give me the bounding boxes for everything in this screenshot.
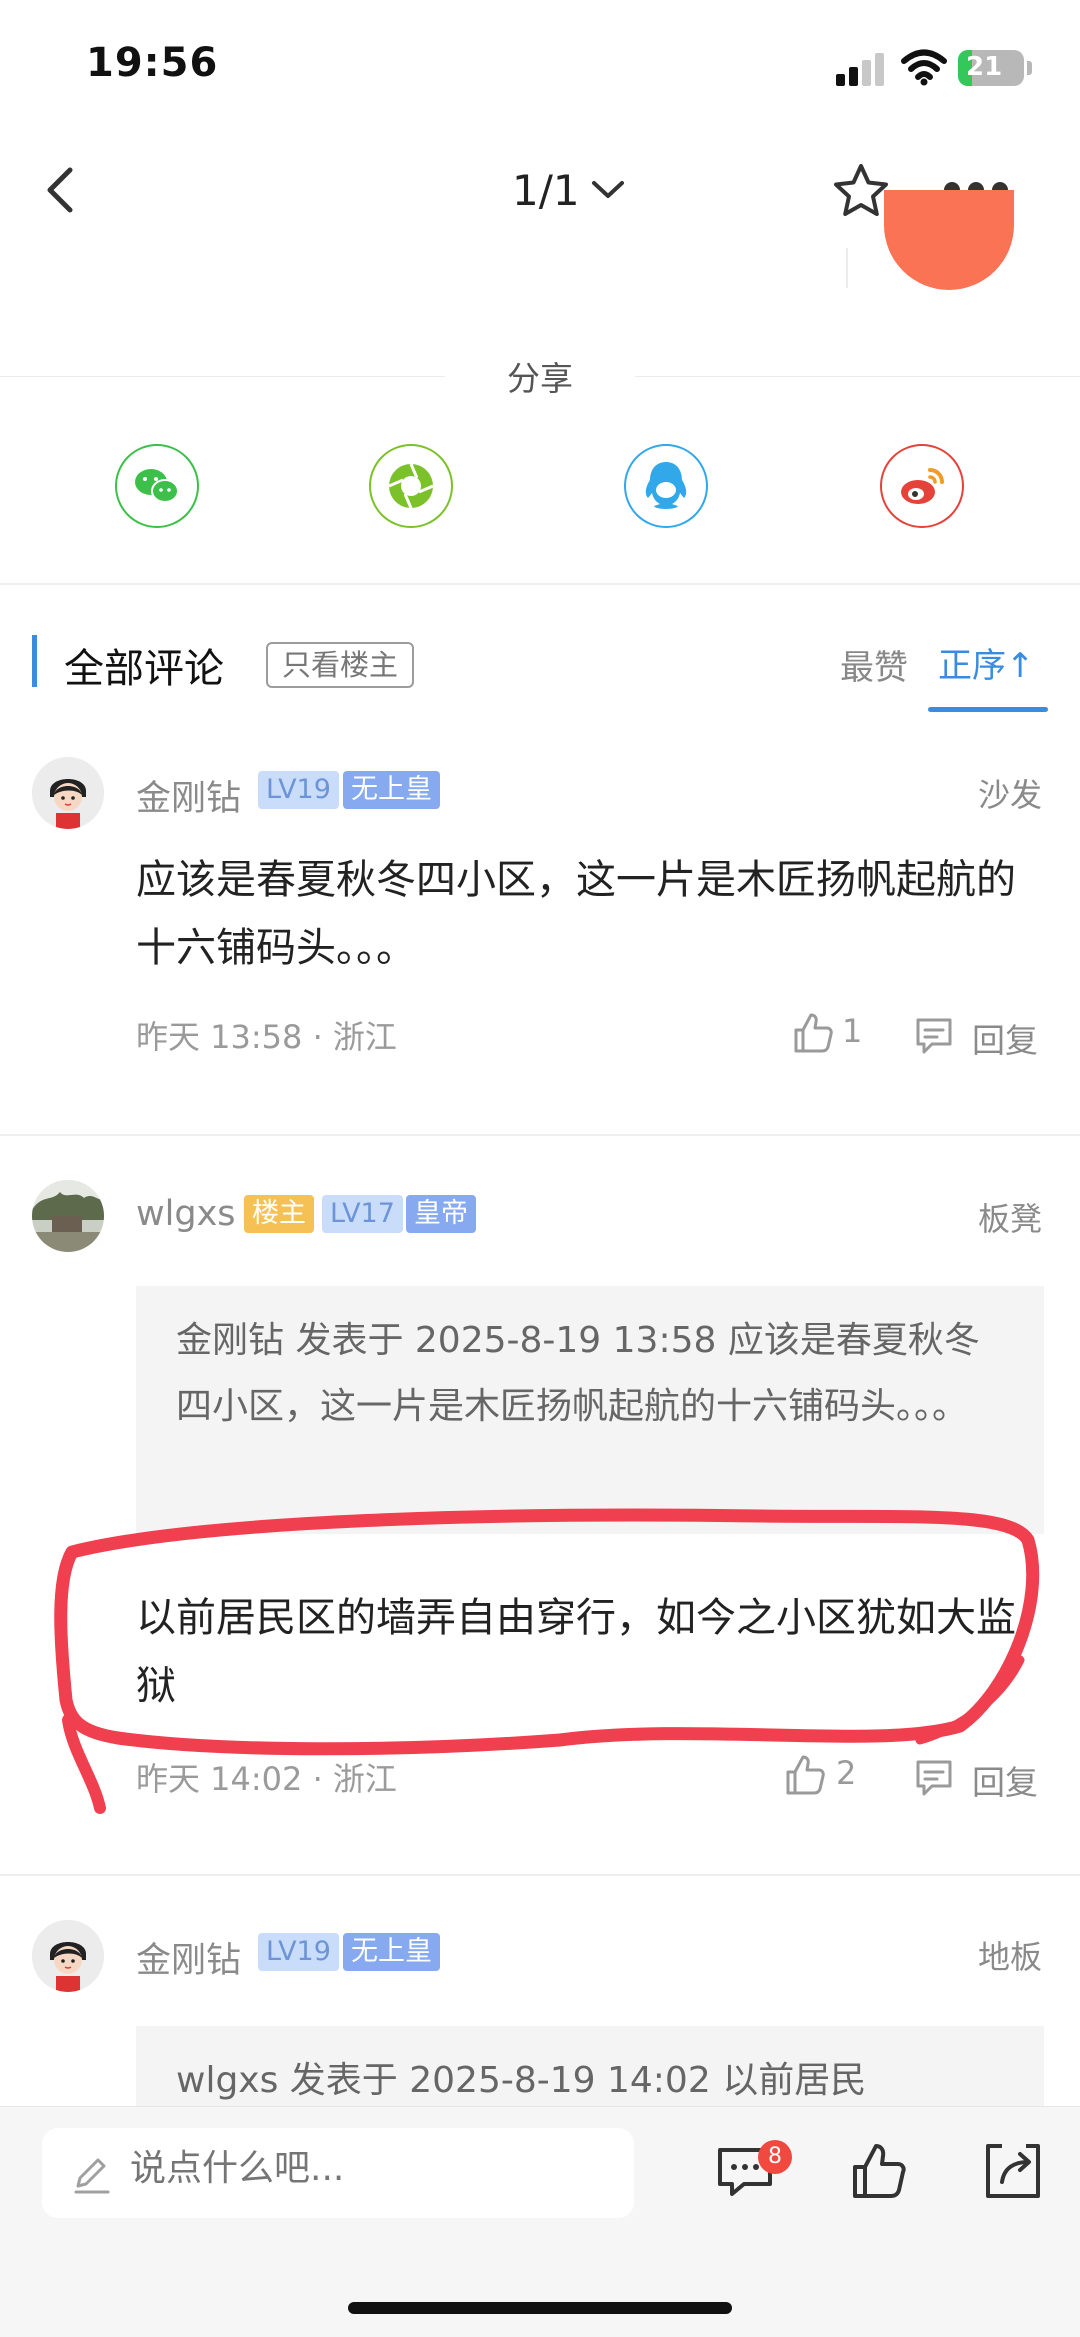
- page-indicator[interactable]: 1/1: [512, 166, 580, 215]
- thumbs-up-icon[interactable]: [790, 1010, 836, 1056]
- like-count: 2: [836, 1754, 857, 1792]
- op-only-button[interactable]: 只看楼主: [266, 642, 415, 688]
- reply-icon[interactable]: [912, 1756, 956, 1800]
- battery-tip: [1027, 61, 1032, 75]
- comment-meta: 昨天 14:02 · 浙江: [136, 1760, 397, 1798]
- avatar[interactable]: [32, 1920, 104, 1992]
- status-time: 19:56: [86, 40, 219, 86]
- quote-text: 金刚钻 发表于 2025-8-19 13:58 应该是春夏秋冬四小区，这一片是木…: [176, 1320, 980, 1427]
- comment-count-badge: 8: [758, 2140, 792, 2174]
- username[interactable]: 金刚钻: [136, 1932, 241, 1983]
- back-icon[interactable]: [36, 160, 86, 220]
- comment-text: 以前居民区的墙弄自由穿行，如今之小区犹如大监狱: [136, 1595, 1016, 1709]
- share-title: 分享: [507, 359, 573, 398]
- op-badge: 楼主: [244, 1195, 314, 1233]
- comment-divider: [0, 1874, 1080, 1876]
- rank-badge: 无上皇: [343, 1933, 440, 1971]
- battery-icon: 21: [958, 50, 1024, 86]
- comment-text: 应该是春夏秋冬四小区，这一片是木匠扬帆起航的十六铺码头。。。: [136, 857, 1016, 971]
- moments-icon: [388, 463, 434, 509]
- comment-divider: [0, 1134, 1080, 1136]
- rank-badge: 无上皇: [343, 771, 440, 809]
- chevron-down-icon[interactable]: [590, 178, 626, 202]
- username[interactable]: 金刚钻: [136, 770, 241, 821]
- floor-label: 板凳: [977, 1200, 1042, 1238]
- weibo-icon: [901, 468, 944, 504]
- quote-text: wlgxs 发表于 2025-8-19 14:02 以前居民: [176, 2060, 867, 2101]
- battery-level: 21: [966, 52, 1003, 82]
- avatar-photo: [32, 1180, 104, 1252]
- avatar[interactable]: [32, 757, 104, 829]
- avatar-icon: [32, 757, 104, 829]
- comment-input[interactable]: [42, 2128, 634, 2218]
- star-icon[interactable]: [830, 160, 892, 222]
- signal-icon: [836, 52, 886, 86]
- sort-most-liked-tab[interactable]: 最赞: [840, 640, 908, 689]
- avatar-icon: [32, 1920, 104, 1992]
- like-count: 1: [842, 1012, 863, 1050]
- floor-label: 沙发: [977, 776, 1042, 814]
- share-icon[interactable]: [982, 2140, 1044, 2202]
- all-comments-title: 全部评论: [64, 646, 224, 692]
- reply-button[interactable]: 回复: [972, 1014, 1038, 1062]
- reply-icon[interactable]: [912, 1014, 956, 1058]
- quote-box: wlgxs 发表于 2025-8-19 14:02 以前居民: [136, 2026, 1044, 2106]
- annotation-circle: [54, 1508, 1040, 1814]
- thumbs-up-icon[interactable]: [848, 2140, 910, 2202]
- username[interactable]: wlgxs: [136, 1194, 236, 1234]
- qq-icon: [645, 462, 687, 509]
- section-divider: [0, 583, 1080, 585]
- thumbs-up-icon[interactable]: [782, 1752, 828, 1798]
- pencil-icon: [74, 2158, 110, 2194]
- active-tab-indicator: [928, 707, 1048, 712]
- rank-badge: 皇帝: [406, 1195, 476, 1233]
- reply-button[interactable]: 回复: [972, 1756, 1038, 1804]
- level-badge: LV19: [258, 771, 339, 809]
- wifi-icon: [901, 49, 947, 86]
- quote-box: 金刚钻 发表于 2025-8-19 13:58 应该是春夏秋冬四小区，这一片是木…: [136, 1286, 1044, 1534]
- comment-input-field[interactable]: [130, 2148, 610, 2189]
- status-bar: 19:56 21: [0, 0, 1080, 130]
- avatar[interactable]: [32, 1180, 104, 1252]
- comment-meta: 昨天 13:58 · 浙江: [136, 1018, 397, 1056]
- level-badge: LV19: [258, 1933, 339, 1971]
- wechat-icon: [135, 469, 179, 503]
- peek-divider: [846, 248, 848, 288]
- share-weibo-button[interactable]: [880, 444, 964, 528]
- share-wechat-button[interactable]: [115, 444, 199, 528]
- section-accent-bar: [32, 635, 37, 687]
- share-qq-button[interactable]: [624, 444, 708, 528]
- floor-label: 地板: [977, 1938, 1042, 1976]
- share-moments-button[interactable]: [369, 444, 453, 528]
- reward-button[interactable]: [884, 190, 1014, 290]
- sort-ascending-tab[interactable]: 正序↑: [938, 638, 1035, 687]
- level-badge: LV17: [322, 1195, 403, 1233]
- home-indicator: [348, 2302, 732, 2314]
